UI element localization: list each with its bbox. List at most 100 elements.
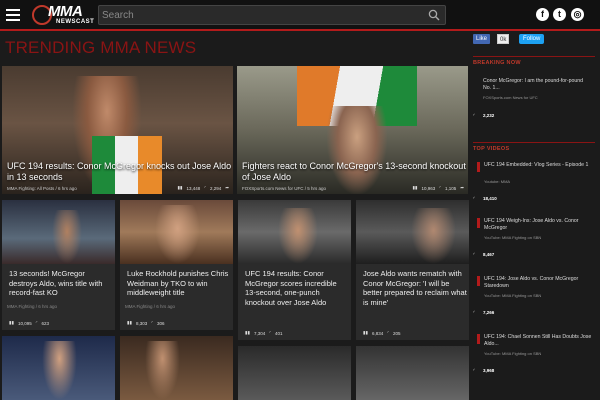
signal-count: 623 xyxy=(41,320,49,326)
breaking-item[interactable]: Conor McGregor: I am the pound-for-pound… xyxy=(473,78,595,128)
breaking-count: 2,232 xyxy=(483,113,495,118)
views-count: 10,963 xyxy=(421,185,436,191)
share-icon[interactable]: ➦ xyxy=(225,185,229,191)
fighter-figure xyxy=(411,208,456,264)
views-count: 10,095 xyxy=(17,320,32,326)
signal-count: 306 xyxy=(156,320,165,326)
signal-icon: ◜ xyxy=(473,368,475,374)
views-count: 7,304 xyxy=(253,330,266,336)
featured-article-card[interactable]: UFC 194 results: Conor McGregor knocks o… xyxy=(2,66,233,194)
fighter-figure xyxy=(278,208,318,264)
signal-icon: ◜ xyxy=(439,185,441,190)
article-card[interactable] xyxy=(356,346,469,400)
facebook-like-button[interactable]: Like xyxy=(473,34,491,44)
article-source: MMA Fighting / 6 hrs ago xyxy=(125,304,176,309)
video-marker xyxy=(477,218,480,228)
fighter-figure xyxy=(52,210,82,264)
signal-icon: ◜ xyxy=(473,252,475,258)
video-title[interactable]: UFC 194 Embedded: Vlog Series - Episode … xyxy=(484,162,592,169)
video-marker xyxy=(477,276,480,286)
top-bar: MMA NEWSCAST f t ◎ xyxy=(0,0,600,31)
article-card[interactable] xyxy=(2,336,115,400)
article-card[interactable] xyxy=(120,336,233,400)
twitter-follow-button[interactable]: Follow xyxy=(519,34,545,44)
video-title[interactable]: UFC 194: Chael Sonnen Still Has Doubts J… xyxy=(484,334,592,348)
video-title[interactable]: UFC 194 Weigh-Ins: Jose Aldo vs. Conor M… xyxy=(484,218,592,232)
video-marker xyxy=(477,162,480,172)
signal-icon: ◜ xyxy=(151,320,153,325)
views-count: 6,834 xyxy=(371,330,384,336)
views-count: 8,303 xyxy=(135,320,148,326)
logo-subtext: NEWSCAST xyxy=(56,19,95,25)
menu-icon[interactable] xyxy=(6,9,20,21)
video-item[interactable]: UFC 194 Weigh-Ins: Jose Aldo vs. Conor M… xyxy=(473,218,595,258)
featured-source: FOXSports.com News for UFC / 5 hrs ago xyxy=(242,186,327,191)
breaking-title[interactable]: Conor McGregor: I am the pound-for-pound… xyxy=(483,78,591,92)
facebook-icon[interactable]: f xyxy=(536,8,549,21)
featured-title[interactable]: Fighters react to Conor McGregor's 13-se… xyxy=(242,161,467,183)
article-stats: ▮▮ 8,303 ◜ 306 xyxy=(127,320,164,326)
sidebar: BREAKING NOW Conor McGregor: I am the po… xyxy=(470,52,600,400)
signal-count: 1,105 xyxy=(444,185,457,191)
video-item[interactable]: UFC 194: Jose Aldo vs. Conor McGregor St… xyxy=(473,276,595,316)
signal-icon: ◜ xyxy=(269,330,271,335)
views-icon: ▮▮ xyxy=(177,185,183,190)
instagram-icon[interactable]: ◎ xyxy=(571,8,584,21)
video-item[interactable]: UFC 194 Embedded: Vlog Series - Episode … xyxy=(473,162,595,202)
article-card[interactable]: UFC 194 results: Conor McGregor scores i… xyxy=(238,200,351,340)
signal-icon: ◜ xyxy=(473,310,475,316)
video-count: 18,410 xyxy=(483,196,497,201)
article-stats: ▮▮ 10,095 ◜ 623 xyxy=(9,320,49,326)
views-icon: ▮▮ xyxy=(9,320,14,325)
search-icon[interactable] xyxy=(428,9,440,21)
share-icon[interactable]: ➦ xyxy=(460,185,464,191)
article-card[interactable]: Jose Aldo wants rematch with Conor McGre… xyxy=(356,200,469,340)
twitter-icon[interactable]: t xyxy=(553,8,566,21)
featured-stats: ▮▮ 13,448 ◜ 2,294 ➦ xyxy=(177,185,229,191)
video-count: 7,266 xyxy=(483,310,495,315)
facebook-like-count: 0k xyxy=(497,34,510,44)
article-stats: ▮▮ 6,834 ◜ 205 xyxy=(363,330,400,336)
breaking-source: FOXSports.com News for UFC xyxy=(483,95,538,100)
search-box xyxy=(98,5,446,25)
article-title[interactable]: Jose Aldo wants rematch with Conor McGre… xyxy=(363,269,467,307)
video-marker xyxy=(477,334,480,344)
video-source: YouTube: MMA Fighting on SBN xyxy=(484,235,542,240)
signal-icon: ◜ xyxy=(387,330,389,335)
signal-icon: ◜ xyxy=(473,196,475,202)
article-stats: ▮▮ 7,304 ◜ 401 xyxy=(245,330,282,336)
video-title[interactable]: UFC 194: Jose Aldo vs. Conor McGregor St… xyxy=(484,276,592,290)
search-input[interactable] xyxy=(102,7,422,23)
video-count: 3,968 xyxy=(483,368,495,373)
site-logo[interactable]: MMA NEWSCAST xyxy=(32,3,94,27)
top-videos-heading: TOP VIDEOS xyxy=(473,142,595,154)
featured-stats: ▮▮ 10,963 ◜ 1,105 ➦ xyxy=(412,185,464,191)
page-title: TRENDING MMA NEWS xyxy=(5,38,197,57)
article-card[interactable] xyxy=(238,346,351,400)
signal-icon: ◜ xyxy=(204,185,206,190)
article-title[interactable]: UFC 194 results: Conor McGregor scores i… xyxy=(245,269,349,307)
views-icon: ▮▮ xyxy=(412,185,418,190)
article-title[interactable]: Luke Rockhold punishes Chris Weidman by … xyxy=(127,269,231,298)
views-icon: ▮▮ xyxy=(245,330,250,335)
fighter-figure xyxy=(42,341,77,400)
featured-article-card[interactable]: Fighters react to Conor McGregor's 13-se… xyxy=(237,66,468,194)
video-source: YouTube: MMA Fighting on SBN xyxy=(484,293,542,298)
breaking-now-heading: BREAKING NOW xyxy=(473,56,595,68)
signal-icon: ◜ xyxy=(473,113,475,119)
signal-count: 2,294 xyxy=(209,185,222,191)
article-card[interactable]: Luke Rockhold punishes Chris Weidman by … xyxy=(120,200,233,330)
article-title[interactable]: 13 seconds! McGregor destroys Aldo, wins… xyxy=(9,269,113,298)
video-source: Youtube: MMA xyxy=(484,179,511,184)
video-item[interactable]: UFC 194: Chael Sonnen Still Has Doubts J… xyxy=(473,334,595,374)
views-icon: ▮▮ xyxy=(363,330,368,335)
logo-text: MMA xyxy=(48,3,83,20)
featured-source: MMA Fighting: All Posts / 6 hrs ago xyxy=(7,186,77,191)
fighter-figure xyxy=(155,205,200,264)
views-icon: ▮▮ xyxy=(127,320,132,325)
video-source: YouTube: MMA Fighting on SBN xyxy=(484,351,542,356)
featured-title[interactable]: UFC 194 results: Conor McGregor knocks o… xyxy=(7,161,232,183)
article-card[interactable]: 13 seconds! McGregor destroys Aldo, wins… xyxy=(2,200,115,330)
signal-count: 205 xyxy=(392,330,401,336)
article-source: MMA Fighting / 6 hrs ago xyxy=(7,304,58,309)
